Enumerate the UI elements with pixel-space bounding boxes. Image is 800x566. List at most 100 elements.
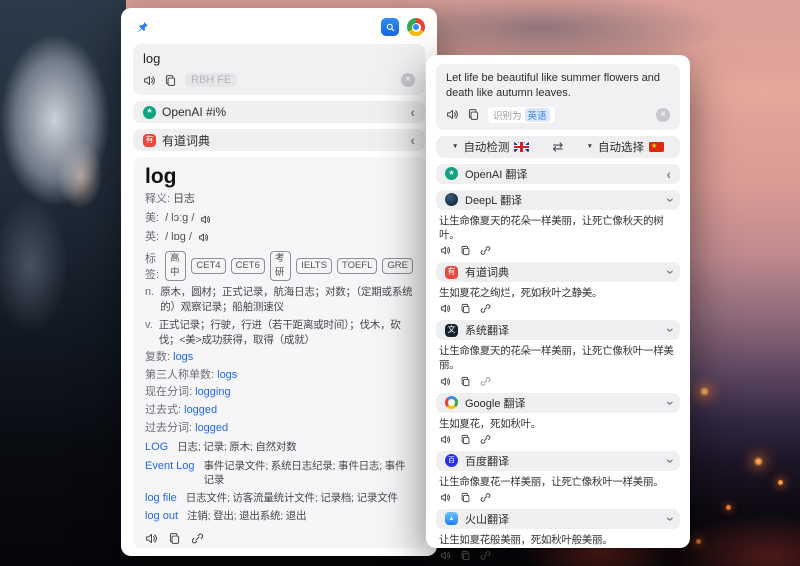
service-header[interactable]: 百 百度翻译 ‹ (436, 451, 680, 471)
clear-source-button[interactable]: × (656, 108, 670, 122)
youdao-icon: 有 (445, 266, 458, 279)
service-header[interactable]: ▲ 火山翻译 ‹ (436, 509, 680, 529)
copy-translation-button[interactable] (460, 303, 471, 314)
service-result: 让生命像夏天的花朵一样美丽，让死亡像秋叶一样美丽。 (436, 340, 680, 386)
chrome-icon[interactable] (407, 18, 425, 36)
to-language-button[interactable]: ▼ 自动选择 ★ (587, 139, 664, 155)
chevron-left-icon[interactable]: ‹ (410, 105, 415, 119)
word-form-row: 现在分词: logging (145, 385, 413, 401)
word-form-link[interactable]: logs (173, 351, 193, 363)
phrase-link[interactable]: log file (145, 491, 177, 506)
service-openai: * OpenAI 翻译 ‹ (436, 164, 680, 184)
chevron-down-icon[interactable]: ‹ (662, 400, 676, 405)
phrase-link[interactable]: Event Log (145, 459, 195, 488)
service-system: 文 系统翻译 ‹ 让生命像夏天的花朵一样美丽，让死亡像秋叶一样美丽。 (436, 320, 680, 386)
play-translation-audio-button[interactable] (440, 492, 451, 503)
copy-translation-button[interactable] (460, 492, 471, 503)
us-label: 美: (145, 211, 159, 227)
china-flag-icon: ★ (649, 142, 664, 152)
play-result-audio-button[interactable] (145, 532, 158, 545)
open-link-button[interactable] (480, 303, 491, 314)
translation-text: 让生命像夏花一样美丽，让死亡像秋叶一样美丽。 (439, 475, 677, 489)
paraphrase-value: 日志 (173, 193, 195, 205)
service-header[interactable]: DeepL 翻译 ‹ (436, 190, 680, 210)
definition-noun: n. 原木，圆材；正式记录，航海日志；对数；（定期或系统的）观察记录；船舶测速仪 (145, 285, 413, 315)
word-form-label: 第三人称单数: (145, 369, 214, 381)
chevron-down-icon[interactable]: ‹ (662, 517, 676, 522)
play-translation-audio-button[interactable] (440, 434, 451, 445)
detected-language-badge[interactable]: 识别为 英语 (488, 107, 555, 123)
service-header[interactable]: * OpenAI 翻译 ‹ (436, 164, 680, 184)
chevron-left-icon[interactable]: ‹ (410, 133, 415, 147)
exam-tag: IELTS (296, 258, 332, 274)
uk-phonetic: / lɒg / (165, 230, 192, 246)
section-header-youdao[interactable]: 有 有道词典 ‹ (133, 129, 425, 151)
shortcut-hint: RBH FE (185, 73, 237, 87)
phrase-row: LOG 日志; 记录; 原木; 自然对数 (145, 440, 413, 455)
chevron-down-icon[interactable]: ‹ (662, 270, 676, 275)
chrome-icon-ring (412, 23, 421, 32)
from-language-button[interactable]: ▼ 自动检测 (452, 139, 529, 155)
copy-result-button[interactable] (168, 532, 181, 545)
copy-source-button[interactable] (467, 108, 480, 121)
chevron-down-icon[interactable]: ‹ (662, 197, 676, 202)
copy-query-button[interactable] (164, 74, 177, 87)
word-form-row: 复数: logs (145, 350, 413, 366)
query-input[interactable]: log (143, 51, 415, 67)
speaker-icon (145, 532, 158, 545)
word-form-link[interactable]: logging (195, 386, 230, 398)
speaker-icon (440, 376, 451, 387)
copy-translation-button[interactable] (460, 550, 471, 561)
play-uk-audio-button[interactable] (198, 232, 209, 243)
source-text-input[interactable]: Let life be beautiful like summer flower… (446, 71, 670, 102)
play-translation-audio-button[interactable] (440, 550, 451, 561)
service-header[interactable]: Google 翻译 ‹ (436, 393, 680, 413)
phrase-link[interactable]: log out (145, 509, 178, 524)
chevron-down-icon[interactable]: ‹ (662, 458, 676, 463)
link-icon (480, 376, 491, 387)
badge-language: 英语 (525, 108, 550, 122)
clear-query-button[interactable]: × (401, 73, 415, 87)
word-form-link[interactable]: logged (195, 422, 228, 434)
word-form-row: 第三人称单数: logs (145, 368, 413, 384)
word-form-link[interactable]: logs (217, 369, 237, 381)
translation-text: 让生如夏花般美丽，死如秋叶般美丽。 (439, 533, 677, 547)
word-form-label: 现在分词: (145, 386, 192, 398)
swap-languages-button[interactable]: ⇄ (553, 139, 564, 155)
speaker-icon (440, 245, 451, 256)
service-actions (440, 434, 677, 445)
play-translation-audio-button[interactable] (440, 376, 451, 387)
copy-icon (460, 245, 471, 256)
phrase-definition: 日志; 记录; 原木; 自然对数 (177, 440, 413, 455)
service-header[interactable]: 有 有道词典 ‹ (436, 262, 680, 282)
pin-button[interactable] (133, 18, 151, 36)
chevron-left-icon[interactable]: ‹ (666, 167, 671, 181)
play-translation-audio-button[interactable] (440, 303, 451, 314)
copy-translation-button[interactable] (460, 434, 471, 445)
chevron-down-icon[interactable]: ‹ (662, 328, 676, 333)
tags-label: 标签: (145, 250, 160, 282)
phrase-link[interactable]: LOG (145, 440, 168, 455)
service-google: Google 翻译 ‹ 生如夏花，死如秋叶。 (436, 393, 680, 445)
play-translation-audio-button[interactable] (440, 245, 451, 256)
open-link-button[interactable] (480, 550, 491, 561)
easydict-app-button[interactable] (381, 18, 399, 36)
speaker-icon (440, 303, 451, 314)
copy-translation-button[interactable] (460, 245, 471, 256)
speaker-icon (440, 550, 451, 561)
flag-star: ★ (651, 143, 657, 150)
section-header-openai[interactable]: * OpenAI #i% ‹ (133, 101, 425, 123)
window-topbar (133, 16, 425, 38)
service-header[interactable]: 文 系统翻译 ‹ (436, 320, 680, 340)
open-link-button[interactable] (480, 434, 491, 445)
play-query-audio-button[interactable] (143, 74, 156, 87)
play-source-audio-button[interactable] (446, 108, 459, 121)
word-form-link[interactable]: logged (184, 404, 217, 416)
service-deepl: DeepL 翻译 ‹ 让生命像夏天的花朵一样美丽，让死亡像秋天的树叶。 (436, 190, 680, 256)
open-link-button[interactable] (191, 532, 204, 545)
open-link-button[interactable] (480, 376, 491, 387)
copy-translation-button[interactable] (460, 376, 471, 387)
open-link-button[interactable] (480, 245, 491, 256)
play-us-audio-button[interactable] (200, 214, 211, 225)
open-link-button[interactable] (480, 492, 491, 503)
